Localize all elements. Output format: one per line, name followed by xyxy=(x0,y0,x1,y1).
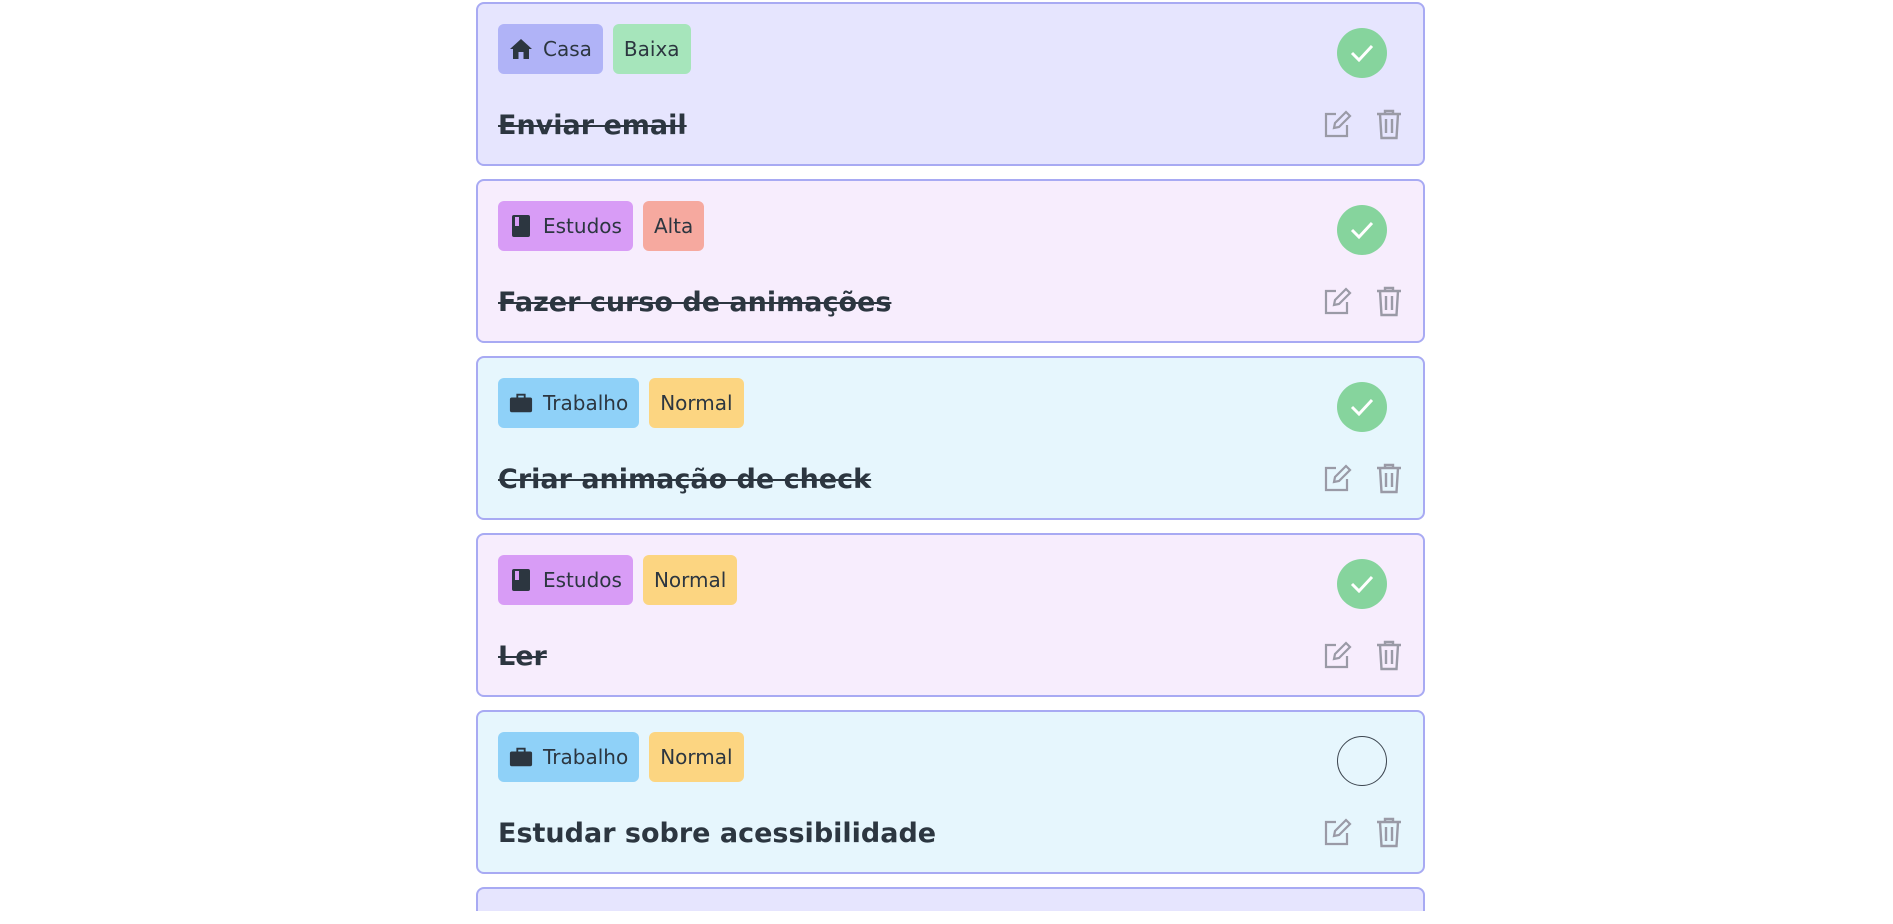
category-tag: Estudos xyxy=(498,555,633,605)
task-actions xyxy=(1321,285,1405,317)
priority-label: Alta xyxy=(653,214,694,238)
category-label: Casa xyxy=(543,37,592,61)
delete-button[interactable] xyxy=(1373,462,1405,494)
task-actions xyxy=(1321,816,1405,848)
trash-icon xyxy=(1377,109,1401,140)
checkmark-icon xyxy=(1350,575,1374,593)
priority-tag: Baixa xyxy=(612,24,691,74)
category-label: Estudos xyxy=(543,568,622,592)
task-card: Estudos Alta Fazer curso de animações xyxy=(476,179,1425,343)
priority-label: Normal xyxy=(660,391,733,415)
checkmark-icon xyxy=(1350,221,1374,239)
briefcase-icon xyxy=(509,391,533,415)
delete-button[interactable] xyxy=(1373,285,1405,317)
task-card: Casa Baixa Enviar email xyxy=(476,2,1425,166)
task-list: Casa Baixa Enviar email Estudos Alta Faz… xyxy=(476,2,1425,924)
edit-button[interactable] xyxy=(1321,462,1353,494)
task-title: Fazer curso de animações xyxy=(498,287,892,318)
category-tag: Trabalho xyxy=(498,378,640,428)
category-tag: Estudos xyxy=(498,201,633,251)
delete-button[interactable] xyxy=(1373,639,1405,671)
edit-icon xyxy=(1324,818,1352,846)
task-card: Trabalho Normal Estudar sobre acessibili… xyxy=(476,710,1425,874)
priority-tag: Normal xyxy=(642,555,738,605)
task-actions xyxy=(1321,108,1405,140)
task-tags: Casa Baixa xyxy=(498,24,691,74)
book-icon xyxy=(509,214,533,238)
task-tags: Estudos Alta xyxy=(498,201,705,251)
home-icon xyxy=(509,37,533,61)
priority-tag: Alta xyxy=(642,201,705,251)
briefcase-icon xyxy=(509,745,533,769)
complete-toggle-button[interactable] xyxy=(1337,736,1387,786)
edit-button[interactable] xyxy=(1321,285,1353,317)
category-label: Estudos xyxy=(543,214,622,238)
task-actions xyxy=(1321,462,1405,494)
checkmark-icon xyxy=(1350,398,1374,416)
task-card-partial xyxy=(476,887,1425,911)
task-card: Estudos Normal Ler xyxy=(476,533,1425,697)
category-label: Trabalho xyxy=(543,391,629,415)
book-icon xyxy=(509,568,533,592)
edit-button[interactable] xyxy=(1321,816,1353,848)
trash-icon xyxy=(1377,463,1401,494)
complete-toggle-button[interactable] xyxy=(1337,28,1387,78)
trash-icon xyxy=(1377,640,1401,671)
priority-label: Baixa xyxy=(623,37,680,61)
task-tags: Trabalho Normal xyxy=(498,378,744,428)
priority-label: Normal xyxy=(653,568,727,592)
task-card: Trabalho Normal Criar animação de check xyxy=(476,356,1425,520)
task-title: Estudar sobre acessibilidade xyxy=(498,818,937,849)
delete-button[interactable] xyxy=(1373,816,1405,848)
task-title: Enviar email xyxy=(498,110,687,141)
task-title: Criar animação de check xyxy=(498,464,872,495)
category-label: Trabalho xyxy=(543,745,629,769)
task-title: Ler xyxy=(498,641,547,672)
task-tags: Estudos Normal xyxy=(498,555,738,605)
category-tag: Casa xyxy=(498,24,603,74)
edit-button[interactable] xyxy=(1321,639,1353,671)
edit-button[interactable] xyxy=(1321,108,1353,140)
complete-toggle-button[interactable] xyxy=(1337,559,1387,609)
complete-toggle-button[interactable] xyxy=(1337,382,1387,432)
task-tags: Trabalho Normal xyxy=(498,732,744,782)
category-tag: Trabalho xyxy=(498,732,640,782)
priority-tag: Normal xyxy=(649,378,744,428)
task-actions xyxy=(1321,639,1405,671)
delete-button[interactable] xyxy=(1373,108,1405,140)
priority-tag: Normal xyxy=(649,732,744,782)
edit-icon xyxy=(1324,287,1352,315)
priority-label: Normal xyxy=(660,745,733,769)
edit-icon xyxy=(1324,641,1352,669)
trash-icon xyxy=(1377,286,1401,317)
checkmark-icon xyxy=(1350,44,1374,62)
trash-icon xyxy=(1377,817,1401,848)
edit-icon xyxy=(1324,464,1352,492)
complete-toggle-button[interactable] xyxy=(1337,205,1387,255)
edit-icon xyxy=(1324,110,1352,138)
